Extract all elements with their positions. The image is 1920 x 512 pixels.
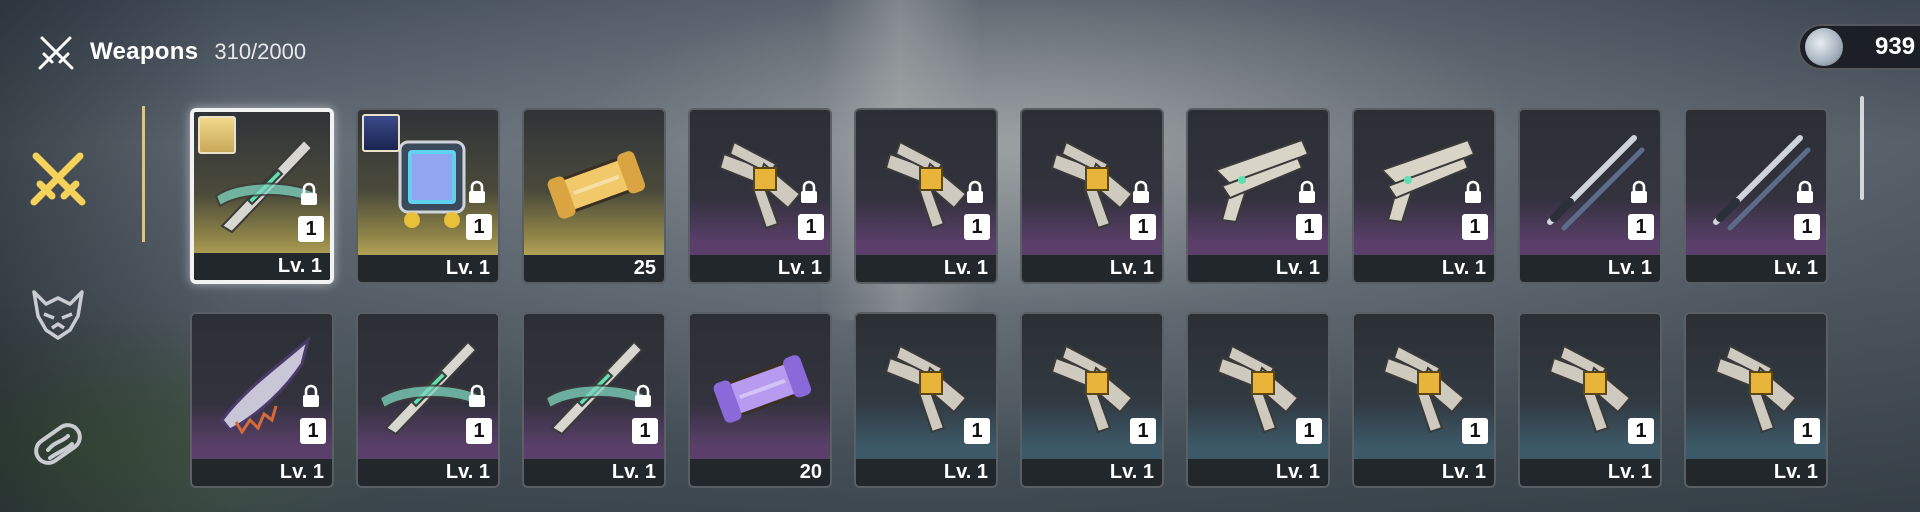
card-label: Lv. 1: [192, 459, 332, 486]
card-label: Lv. 1: [690, 255, 830, 282]
quantity-badge: 1: [964, 418, 990, 444]
weapon-card[interactable]: 1 Lv. 1: [1684, 312, 1828, 488]
card-label: Lv. 1: [358, 459, 498, 486]
weapon-card[interactable]: 1 Lv. 1: [688, 108, 832, 284]
weapon-card[interactable]: 1 Lv. 1: [854, 312, 998, 488]
lock-icon[interactable]: [1130, 180, 1152, 204]
card-label: Lv. 1: [1686, 459, 1826, 486]
card-label: 20: [690, 459, 830, 486]
weapon-card[interactable]: 1 Lv. 1: [1352, 108, 1496, 284]
card-label: Lv. 1: [1188, 459, 1328, 486]
scrollbar[interactable]: [1860, 96, 1864, 200]
active-tab-indicator: [142, 106, 145, 242]
quantity-badge: 1: [798, 214, 824, 240]
weapon-card[interactable]: 1 Lv. 1: [1352, 312, 1496, 488]
quantity-badge: 1: [1462, 418, 1488, 444]
lock-icon[interactable]: [1462, 180, 1484, 204]
equipped-character-avatar: [198, 116, 236, 154]
inventory-count: 310/2000: [214, 39, 307, 64]
lock-icon[interactable]: [298, 182, 320, 206]
weapon-card[interactable]: 1 Lv. 1: [1186, 108, 1330, 284]
weapon-card[interactable]: 25: [522, 108, 666, 284]
equipped-character-avatar: [362, 114, 400, 152]
quantity-badge: 1: [632, 418, 658, 444]
weapon-card[interactable]: 1 Lv. 1: [1020, 108, 1164, 284]
quantity-badge: 1: [466, 418, 492, 444]
quantity-badge: 1: [1462, 214, 1488, 240]
tab-weapons[interactable]: [26, 146, 90, 210]
weapon-card[interactable]: 1 Lv. 1: [190, 312, 334, 488]
card-label: Lv. 1: [194, 253, 330, 280]
page-title: Weapons: [90, 38, 199, 65]
lock-icon[interactable]: [632, 384, 654, 408]
card-label: Lv. 1: [1520, 255, 1660, 282]
quantity-badge: 1: [298, 216, 324, 242]
weapon-card[interactable]: 1 Lv. 1: [190, 108, 334, 284]
quantity-badge: 1: [1130, 214, 1156, 240]
purple-energy-core-icon: [713, 355, 812, 423]
card-label: Lv. 1: [856, 255, 996, 282]
weapon-card[interactable]: 1 Lv. 1: [854, 108, 998, 284]
tab-materials[interactable]: [26, 412, 90, 476]
card-label: Lv. 1: [1022, 255, 1162, 282]
card-label: Lv. 1: [856, 459, 996, 486]
weapon-card[interactable]: 1 Lv. 1: [1186, 312, 1330, 488]
weapon-card[interactable]: 1 Lv. 1: [1518, 312, 1662, 488]
quantity-badge: 1: [466, 214, 492, 240]
card-label: Lv. 1: [1188, 255, 1328, 282]
lock-icon[interactable]: [300, 384, 322, 408]
quantity-badge: 1: [964, 214, 990, 240]
weapon-card[interactable]: 1 Lv. 1: [1020, 312, 1164, 488]
card-label: Lv. 1: [1354, 459, 1494, 486]
weapon-card[interactable]: 1 Lv. 1: [1518, 108, 1662, 284]
lock-icon[interactable]: [466, 384, 488, 408]
quantity-badge: 1: [1130, 418, 1156, 444]
tab-echoes[interactable]: [26, 282, 90, 346]
crossed-swords-icon: [30, 152, 86, 206]
lock-icon[interactable]: [1794, 180, 1816, 204]
card-label: Lv. 1: [524, 459, 664, 486]
page-header: Weapons 310/2000: [36, 30, 306, 74]
card-label: Lv. 1: [1354, 255, 1494, 282]
weapon-card[interactable]: 1 Lv. 1: [522, 312, 666, 488]
quantity-badge: 1: [1296, 214, 1322, 240]
weapon-card[interactable]: 1 Lv. 1: [356, 312, 500, 488]
card-label: Lv. 1: [358, 255, 498, 282]
lock-icon[interactable]: [964, 180, 986, 204]
demon-mask-icon: [32, 290, 84, 340]
weapon-card[interactable]: 1 Lv. 1: [1684, 108, 1828, 284]
quantity-badge: 1: [1296, 418, 1322, 444]
card-label: Lv. 1: [1022, 459, 1162, 486]
lock-icon[interactable]: [1628, 180, 1650, 204]
crossed-swords-icon: [38, 36, 74, 70]
quantity-badge: 1: [300, 418, 326, 444]
card-label: Lv. 1: [1686, 255, 1826, 282]
quantity-badge: 1: [1794, 214, 1820, 240]
gold-energy-core-icon: [547, 151, 646, 219]
weapon-card[interactable]: 1 Lv. 1: [356, 108, 500, 284]
weapon-card[interactable]: 20: [688, 312, 832, 488]
lock-icon[interactable]: [798, 180, 820, 204]
currency-display[interactable]: 939: [1798, 24, 1920, 70]
lock-icon[interactable]: [1296, 180, 1318, 204]
quantity-badge: 1: [1628, 214, 1654, 240]
card-label: 25: [524, 255, 664, 282]
currency-value: 939: [1875, 33, 1916, 60]
lock-icon[interactable]: [466, 180, 488, 204]
shell-coin-icon: [1805, 28, 1843, 66]
capsule-icon: [34, 423, 82, 465]
quantity-badge: 1: [1794, 418, 1820, 444]
quantity-badge: 1: [1628, 418, 1654, 444]
card-label: Lv. 1: [1520, 459, 1660, 486]
